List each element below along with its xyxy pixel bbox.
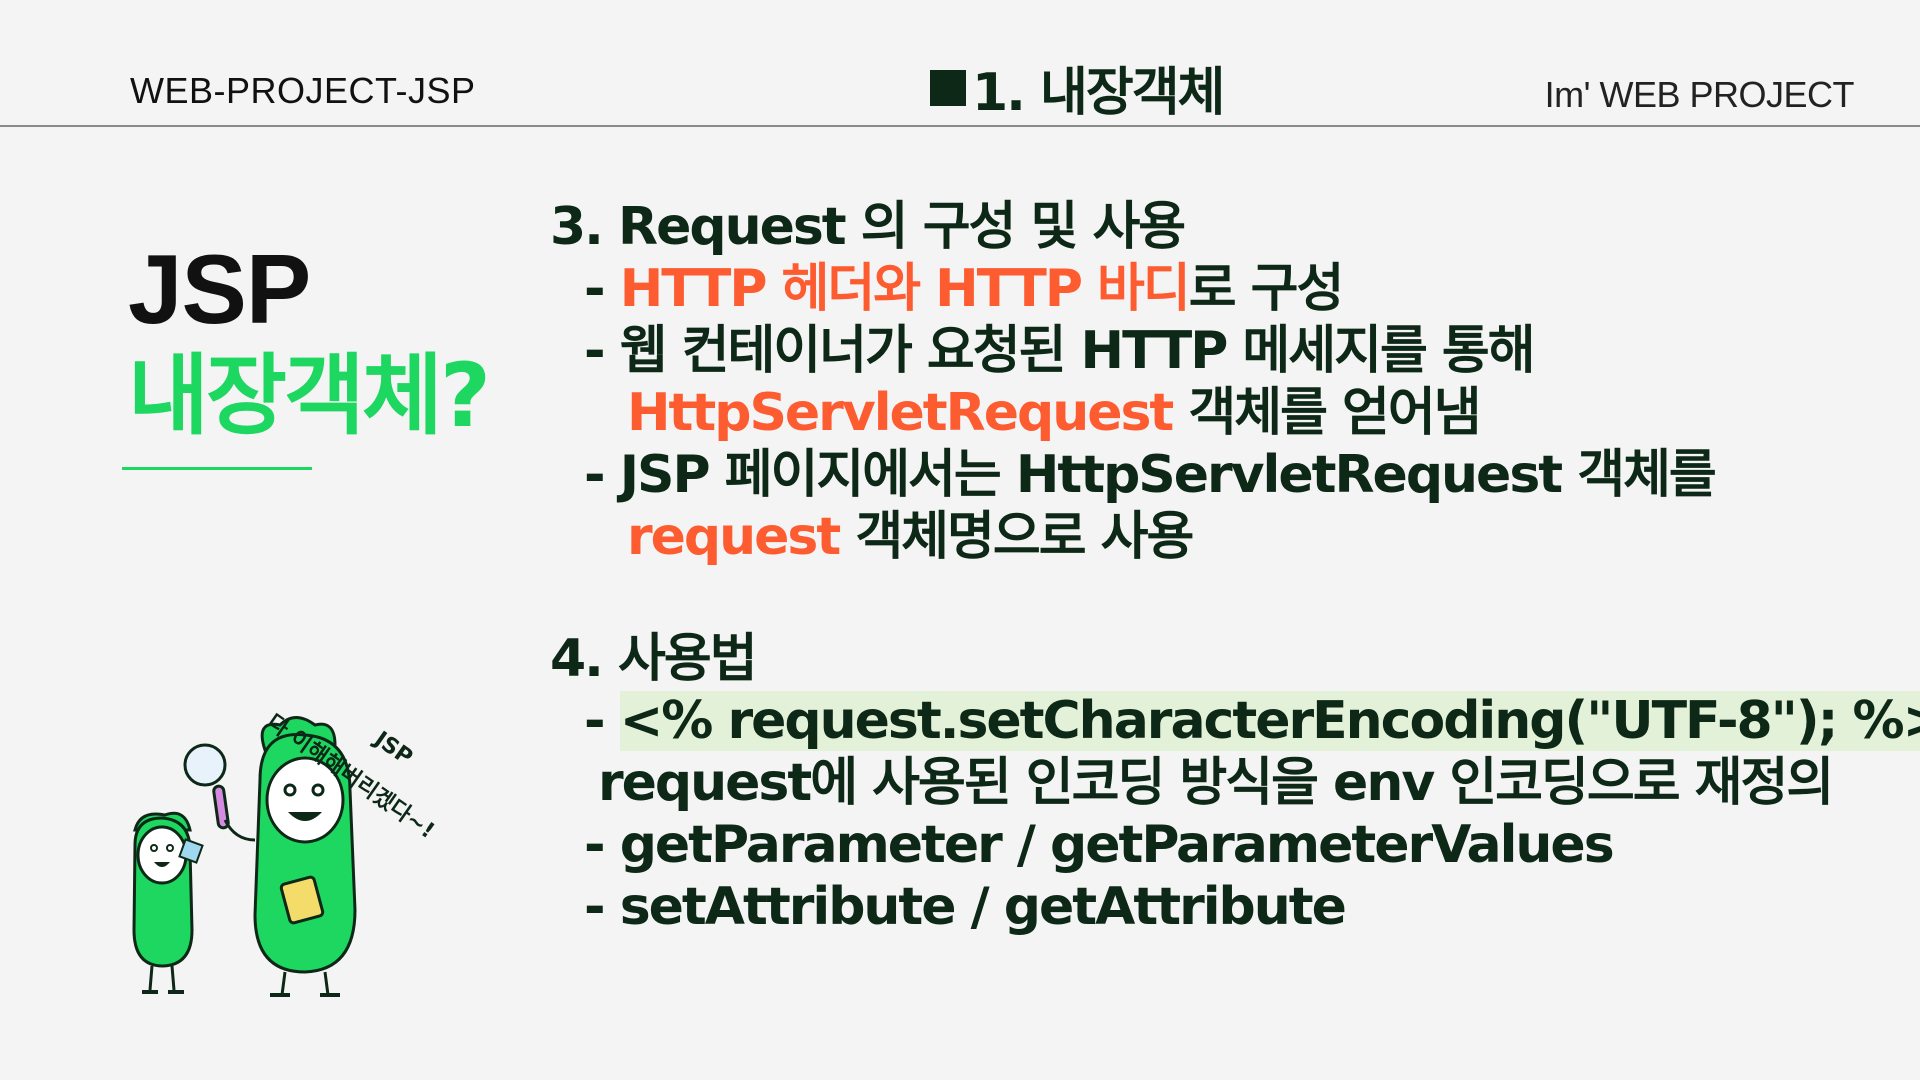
bullet-dash: - [584, 691, 620, 751]
bullet-dash: - [584, 445, 620, 505]
bullet-dash: - [584, 815, 620, 875]
bullet-text: JSP 페이지에서는 HttpServletRequest 객체를 [619, 445, 1717, 505]
side-subtitle: 내장객체? [128, 344, 491, 447]
bullet-dash: - [584, 877, 620, 937]
bullet-text: getParameter / getParameterValues [619, 815, 1615, 875]
highlight-text: HTTP 헤더와 HTTP 바디 [619, 259, 1191, 319]
bullet-text: 객체명으로 사용 [839, 507, 1194, 567]
section3-bullet-2-cont: HttpServletRequest 객체를 얻어냄 [627, 382, 1890, 444]
section3-bullet-2: - 웹 컨테이너가 요청된 HTTP 메세지를 통해 [584, 320, 1890, 382]
side-underline [122, 467, 312, 470]
side-title: JSP [128, 234, 311, 344]
bullet-text: 로 구성 [1188, 259, 1345, 319]
small-character [132, 811, 204, 994]
section3-bullet-3: - JSP 페이지에서는 HttpServletRequest 객체를 [584, 444, 1890, 506]
square-bullet-icon [930, 69, 966, 106]
content-body: 3. Request 의 구성 및 사용 - HTTP 헤더와 HTTP 바디로… [550, 196, 1920, 938]
section4-heading: 4. 사용법 [550, 629, 758, 689]
section4-bullet-1-desc: request에 사용된 인코딩 방식을 env 인코딩으로 재정의 [598, 753, 1834, 813]
section4-bullet-3: - setAttribute / getAttribute [584, 876, 1890, 938]
highlight-text: request [627, 507, 841, 567]
header-divider [0, 125, 1920, 127]
header-left-title: WEB-PROJECT-JSP [130, 70, 476, 111]
section4-bullet-2: - getParameter / getParameterValues [584, 814, 1890, 876]
highlight-text: HttpServletRequest [627, 383, 1174, 443]
header-center-title: 1. 내장객체 [930, 50, 1225, 125]
bullet-text: setAttribute / getAttribute [619, 877, 1347, 937]
bullet-text: 웹 컨테이너가 요청된 HTTP 메세지를 통해 [619, 321, 1536, 381]
bullet-dash: - [584, 259, 620, 319]
code-snippet: <% request.setCharacterEncoding("UTF-8")… [619, 691, 1920, 751]
magnifier-icon [183, 743, 230, 830]
bullet-dash: - [584, 321, 620, 381]
section4-bullet-1: - <% request.setCharacterEncoding("UTF-8… [584, 690, 1920, 752]
section3-bullet-1: - HTTP 헤더와 HTTP 바디로 구성 [584, 258, 1890, 320]
section3-bullet-3-cont: request 객체명으로 사용 [627, 506, 1890, 568]
section3-heading: 3. Request 의 구성 및 사용 [550, 197, 1186, 257]
header-right-title: Im' WEB PROJECT [1544, 74, 1855, 115]
bullet-text: 객체를 얻어냄 [1172, 383, 1481, 443]
page-title: 1. 내장객체 [972, 63, 1225, 123]
